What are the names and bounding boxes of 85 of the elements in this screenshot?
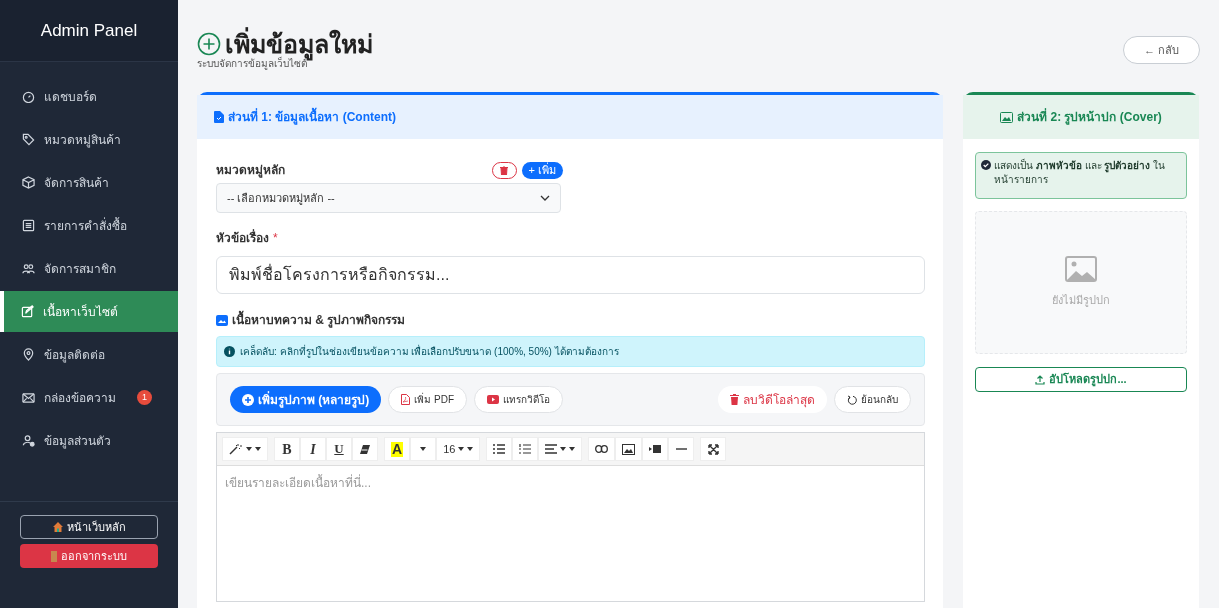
bullet-list-icon [493, 444, 506, 454]
sidebar-item[interactable]: รายการคำสั่งซื้อ [0, 204, 178, 247]
home-button[interactable]: หน้าเว็บหลัก [20, 515, 158, 539]
underline-button[interactable]: U [326, 437, 352, 461]
align-icon [545, 444, 558, 454]
add-pdf-button[interactable]: เพิ่ม PDF [388, 386, 468, 413]
image-icon [1000, 111, 1014, 123]
trash-icon [500, 165, 508, 175]
align-button[interactable] [538, 437, 583, 461]
upload-icon [1035, 374, 1046, 385]
play-icon [487, 395, 500, 404]
add-circle-icon [197, 32, 221, 56]
back-button[interactable]: ← กลับ [1122, 36, 1200, 64]
info-icon [224, 346, 235, 357]
numbered-list-button[interactable] [512, 437, 539, 461]
logout-button[interactable]: ออกจากระบบ [20, 544, 158, 568]
add-category-button[interactable]: + เพิ่ม [521, 161, 563, 179]
insert-video-button[interactable] [642, 437, 669, 461]
image-icon [216, 314, 228, 326]
style-button[interactable] [222, 437, 268, 461]
link-icon [595, 445, 609, 453]
horizontal-rule-icon [675, 448, 687, 450]
magic-wand-icon [229, 443, 243, 455]
field-label: หมวดหมู่หลัก [216, 162, 285, 179]
caret-icon [420, 447, 427, 451]
sidebar-item[interactable]: จัดการสินค้า [0, 161, 178, 204]
dashboard-icon [22, 90, 35, 103]
sidebar-item[interactable]: ข้อมูลติดต่อ [0, 333, 178, 376]
fullscreen-icon [707, 443, 719, 455]
card-title: ส่วนที่ 1: ข้อมูลเนื้อหา (Content) [228, 108, 396, 126]
field-label: เนื้อหาบทความ & รูปภาพกิจกรรม [232, 311, 406, 329]
insert-image-button[interactable] [615, 437, 643, 461]
user-icon [22, 434, 35, 447]
delete-video-button[interactable]: ลบวิดีโอล่าสุด [718, 386, 827, 413]
image-icon [1065, 256, 1097, 283]
field-label: หัวข้อเรื่อง [216, 229, 269, 247]
check-circle-icon [981, 160, 991, 170]
location-icon [22, 348, 35, 361]
link-button[interactable] [588, 437, 616, 461]
text-color-button[interactable]: A [384, 437, 411, 461]
trash-icon [730, 394, 739, 405]
insert-video-button[interactable]: แทรกวิดีโอ [474, 386, 564, 413]
category-select[interactable]: -- เลือกหมวดหมู่หลัก -- [216, 183, 561, 213]
color-menu-button[interactable] [410, 437, 437, 461]
font-size-button[interactable]: 16 [436, 437, 481, 461]
required-mark: * [273, 230, 278, 247]
sidebar-item[interactable]: ข้อมูลส่วนตัว [0, 419, 178, 462]
horizontal-rule-button[interactable] [668, 437, 695, 461]
undo-icon [847, 394, 857, 405]
unread-badge: 1 [137, 390, 152, 405]
clear-format-button[interactable] [352, 437, 378, 461]
tip-text: เคล็ดลับ: คลิกที่รูปในช่องเขียนข้อความ เพื่อเลือกปรับขนาด (100%, 50%) ได้ตามต้องการ [240, 344, 619, 359]
bullet-list-button[interactable] [486, 437, 513, 461]
sidebar-item[interactable]: หมวดหมู่สินค้า [0, 118, 178, 161]
box-icon [22, 176, 35, 189]
sidebar-item[interactable]: แดชบอร์ด [0, 75, 178, 118]
undo-button[interactable]: ย้อนกลับ [834, 386, 911, 413]
tag-icon [22, 133, 35, 146]
note-text: แสดงเป็น ภาพหัวข้อ และ รูปตัวอย่าง ในหน้ารายการ [994, 159, 1167, 187]
chevron-down-icon [540, 195, 550, 201]
pdf-icon [401, 394, 411, 405]
list-icon [22, 219, 35, 232]
upload-button[interactable]: อัปโหลดรูปปก... [975, 367, 1187, 392]
add-images-button[interactable]: เพิ่มรูปภาพ (หลายรูป) [230, 386, 382, 413]
sidebar-item[interactable]: กล่องข้อความ 1 [0, 376, 178, 419]
envelope-icon [22, 391, 35, 404]
empty-text: ยังไม่มีรูปปก [1052, 293, 1110, 309]
video-icon [649, 445, 662, 453]
app-title: Admin Panel [40, 19, 138, 42]
italic-button[interactable]: I [300, 437, 326, 461]
house-icon [52, 522, 63, 532]
sidebar-item[interactable]: เนื้อหาเว็บไซต์ [0, 291, 178, 332]
bold-button[interactable]: B [274, 437, 300, 461]
card-title: ส่วนที่ 2: รูปหน้าปก (Cover) [1017, 108, 1162, 126]
image-icon [622, 443, 636, 455]
eraser-icon [360, 444, 370, 454]
document-icon [214, 111, 224, 123]
fullscreen-button[interactable] [700, 437, 727, 461]
edit-icon [21, 305, 34, 318]
door-icon [51, 550, 57, 562]
title-input[interactable]: พิมพ์ชื่อโครงการหรือกิจกรรม... [216, 256, 925, 294]
numbered-list-icon [519, 444, 532, 454]
users-icon [22, 262, 35, 275]
sidebar-item[interactable]: จัดการสมาชิก [0, 247, 178, 290]
plus-circle-icon [242, 393, 254, 406]
